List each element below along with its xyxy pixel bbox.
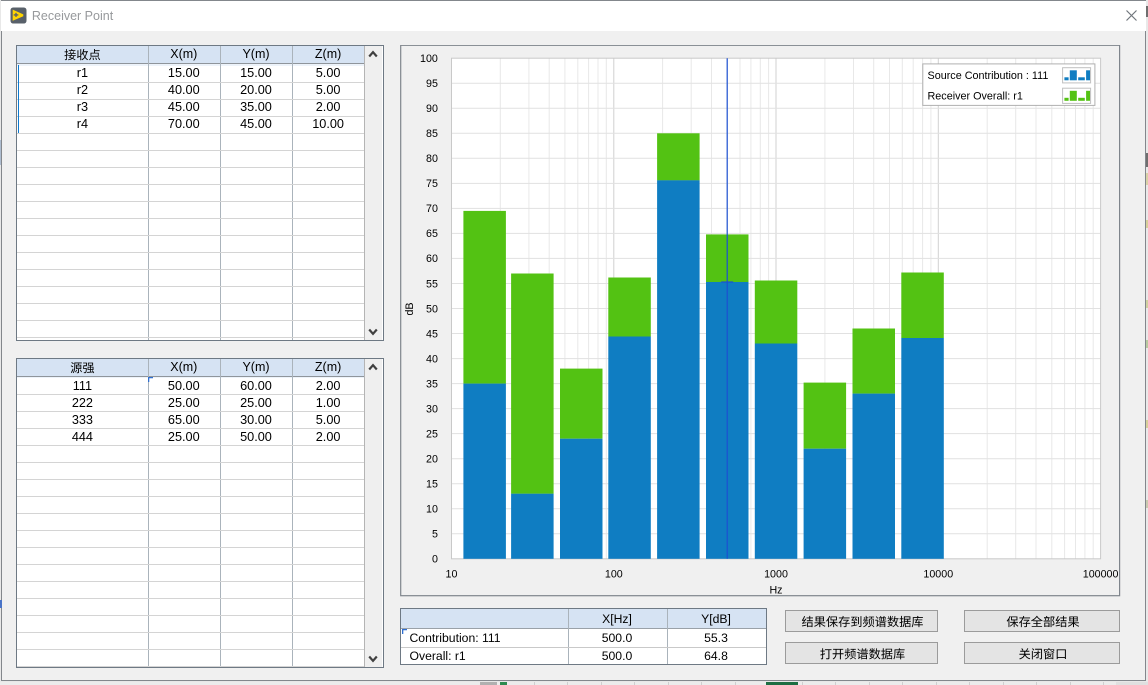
svg-text:75: 75: [426, 178, 438, 190]
svg-text:55: 55: [426, 278, 438, 290]
svg-text:dB: dB: [404, 302, 416, 315]
svg-text:70: 70: [426, 203, 438, 215]
svg-text:40: 40: [426, 353, 438, 365]
svg-text:0: 0: [432, 554, 438, 566]
svg-text:45: 45: [426, 328, 438, 340]
svg-text:10: 10: [446, 568, 458, 580]
svg-text:65: 65: [426, 228, 438, 240]
svg-text:85: 85: [426, 128, 438, 140]
svg-text:100000: 100000: [1083, 568, 1119, 580]
svg-text:10: 10: [426, 504, 438, 516]
svg-text:100: 100: [420, 53, 438, 65]
svg-text:95: 95: [426, 78, 438, 90]
svg-text:20: 20: [426, 454, 438, 466]
svg-text:90: 90: [426, 103, 438, 115]
svg-text:1000: 1000: [764, 568, 788, 580]
svg-text:30: 30: [426, 403, 438, 415]
svg-text:Receiver Overall: r1: Receiver Overall: r1: [928, 91, 1023, 103]
svg-text:80: 80: [426, 153, 438, 165]
svg-text:60: 60: [426, 253, 438, 265]
svg-text:Source Contribution : 111: Source Contribution : 111: [928, 70, 1049, 82]
svg-text:35: 35: [426, 378, 438, 390]
svg-text:100: 100: [605, 568, 623, 580]
svg-text:50: 50: [426, 303, 438, 315]
svg-text:15: 15: [426, 479, 438, 491]
svg-text:25: 25: [426, 428, 438, 440]
svg-text:10000: 10000: [923, 568, 953, 580]
svg-text:Hz: Hz: [769, 585, 782, 597]
svg-text:5: 5: [432, 529, 438, 541]
